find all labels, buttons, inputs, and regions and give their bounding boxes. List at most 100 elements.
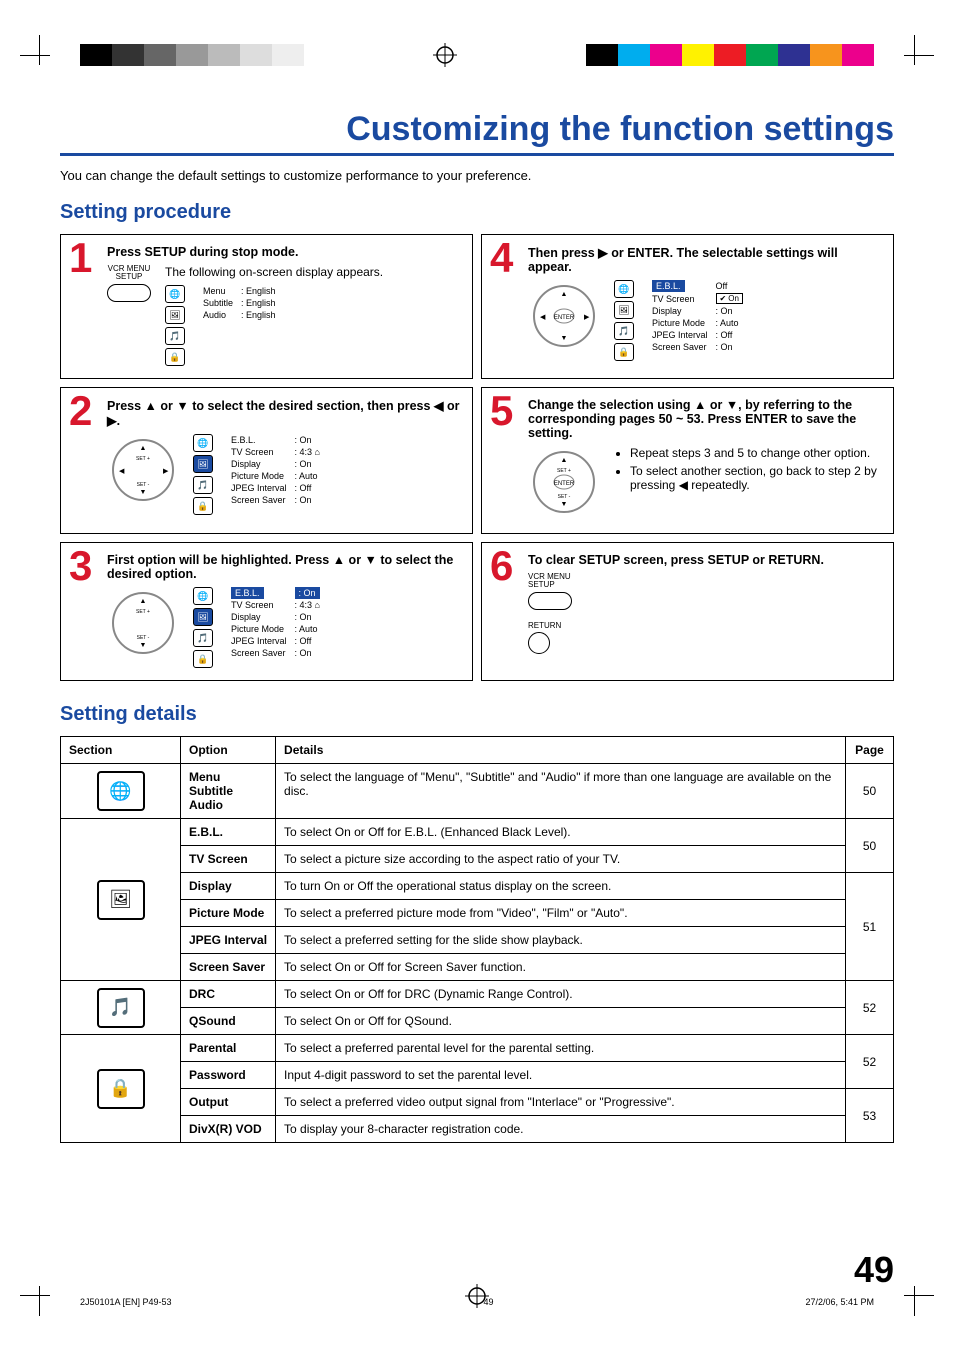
icon-stack: 🌐 🖼 🎵 🔒	[614, 280, 634, 361]
option-cell: DivX(R) VOD	[181, 1116, 276, 1143]
osd-label: E.B.L.	[227, 434, 291, 446]
picture-icon: 🖼	[165, 306, 185, 324]
parental-icon: 🔒	[165, 348, 185, 366]
svg-text:▲: ▲	[140, 445, 147, 452]
language-icon: 🌐	[614, 280, 634, 298]
details-cell: To select a preferred video output signa…	[276, 1089, 846, 1116]
osd-value: : On	[291, 611, 324, 623]
language-icon: 🌐	[193, 587, 213, 605]
svg-text:SET -: SET -	[137, 482, 150, 488]
picture-icon: 🖼	[193, 455, 213, 473]
svg-text:SET -: SET -	[558, 494, 571, 500]
heading-details: Setting details	[60, 703, 894, 726]
osd-label: TV Screen	[227, 599, 291, 611]
option-cell: E.B.L.	[181, 819, 276, 846]
osd-label: TV Screen	[227, 446, 291, 458]
details-cell: To select a preferred picture mode from …	[276, 900, 846, 927]
page-title: Customizing the function settings	[60, 110, 894, 156]
heading-procedure: Setting procedure	[60, 201, 894, 224]
svg-text:ENTER: ENTER	[554, 481, 575, 487]
step-5: 5 Change the selection using ▲ or ▼, by …	[481, 387, 894, 534]
registration-mark-icon	[433, 43, 457, 67]
colorbar-right	[586, 44, 874, 66]
step-number: 6	[490, 545, 513, 587]
picture-icon: 🖼	[97, 880, 145, 920]
osd-label: Screen Saver	[227, 647, 291, 659]
svg-text:▲: ▲	[140, 598, 147, 605]
osd-value: : English	[237, 297, 280, 309]
step-number: 3	[69, 545, 92, 587]
osd-label: Picture Mode	[648, 317, 712, 329]
table-row: Output To select a preferred video outpu…	[61, 1089, 894, 1116]
svg-text:SET +: SET +	[557, 468, 571, 474]
step-number: 5	[490, 390, 513, 432]
osd-label: Audio	[199, 309, 237, 321]
osd-value: : 4:3 ⌂	[291, 599, 324, 611]
page-cell: 51	[846, 873, 894, 981]
osd-display: E.B.L.Off TV Screen✔ On Display: On Pict…	[648, 280, 747, 353]
picture-icon: 🖼	[614, 301, 634, 319]
table-row: Password Input 4-digit password to set t…	[61, 1062, 894, 1089]
osd-value: : Off	[291, 635, 324, 647]
option-cell: DRC	[181, 981, 276, 1008]
button-label: RETURN	[528, 622, 881, 630]
setup-button-icon	[528, 592, 572, 610]
bullet-item: Repeat steps 3 and 5 to change other opt…	[630, 446, 881, 460]
parental-icon: 🔒	[614, 343, 634, 361]
step-subtext: The following on-screen display appears.	[165, 265, 460, 279]
dpad-icon: ▲▼◀▶SET +SET -	[107, 434, 179, 509]
colorbar-left	[80, 44, 304, 66]
step-instruction: First option will be highlighted. Press …	[107, 553, 460, 581]
svg-text:SET +: SET +	[136, 609, 150, 615]
step-4: 4 Then press ▶ or ENTER. The selectable …	[481, 234, 894, 379]
details-cell: To select On or Off for E.B.L. (Enhanced…	[276, 819, 846, 846]
option-cell: Password	[181, 1062, 276, 1089]
table-row: QSound To select On or Off for QSound.	[61, 1008, 894, 1035]
step-number: 1	[69, 237, 92, 279]
details-cell: To turn On or Off the operational status…	[276, 873, 846, 900]
osd-display: E.B.L.: On TV Screen: 4:3 ⌂ Display: On …	[227, 434, 324, 506]
osd-value: : 4:3 ⌂	[291, 446, 324, 458]
procedure-grid: 1 Press SETUP during stop mode. VCR MENU…	[60, 234, 894, 681]
osd-label: TV Screen	[648, 292, 712, 305]
osd-display: Menu: English Subtitle: English Audio: E…	[199, 285, 280, 321]
table-row: TV Screen To select a picture size accor…	[61, 846, 894, 873]
option-cell: Picture Mode	[181, 900, 276, 927]
osd-highlight-value: : On	[295, 587, 320, 599]
dpad-enter-icon: ENTER▲▼◀▶	[528, 280, 600, 355]
button-label: VCR MENU SETUP	[528, 573, 881, 589]
option-cell: Menu Subtitle Audio	[181, 764, 276, 819]
audio-icon: 🎵	[614, 322, 634, 340]
option-cell: Display	[181, 873, 276, 900]
osd-label: Menu	[199, 285, 237, 297]
osd-label: Screen Saver	[227, 494, 291, 506]
crop-mark-icon	[20, 1276, 60, 1316]
parental-icon: 🔒	[97, 1069, 145, 1109]
setup-button-icon	[107, 284, 151, 302]
crop-mark-icon	[20, 35, 60, 75]
parental-icon: 🔒	[193, 650, 213, 668]
page-cell: 52	[846, 981, 894, 1035]
osd-value: : On	[712, 305, 747, 317]
table-row: Picture Mode To select a preferred pictu…	[61, 900, 894, 927]
page-cell: 53	[846, 1089, 894, 1143]
parental-icon: 🔒	[193, 497, 213, 515]
step-3: 3 First option will be highlighted. Pres…	[60, 542, 473, 681]
osd-value: Off	[712, 280, 747, 292]
dpad-icon: ▲▼SET +SET -	[107, 587, 179, 662]
option-cell: Output	[181, 1089, 276, 1116]
crop-mark-icon	[894, 1276, 934, 1316]
details-cell: To display your 8-character registration…	[276, 1116, 846, 1143]
svg-text:▲: ▲	[561, 457, 568, 464]
th-details: Details	[276, 737, 846, 764]
bullet-item: To select another section, go back to st…	[630, 464, 881, 492]
print-marks-top	[0, 30, 954, 80]
osd-value: : Auto	[712, 317, 747, 329]
osd-display: E.B.L.: On TV Screen: 4:3 ⌂ Display: On …	[227, 587, 324, 659]
th-section: Section	[61, 737, 181, 764]
details-cell: To select the language of "Menu", "Subti…	[276, 764, 846, 819]
page-cell: 52	[846, 1035, 894, 1089]
print-marks-bottom	[0, 1271, 954, 1321]
step-bullets: Repeat steps 3 and 5 to change other opt…	[614, 446, 881, 496]
svg-text:▼: ▼	[561, 335, 568, 342]
